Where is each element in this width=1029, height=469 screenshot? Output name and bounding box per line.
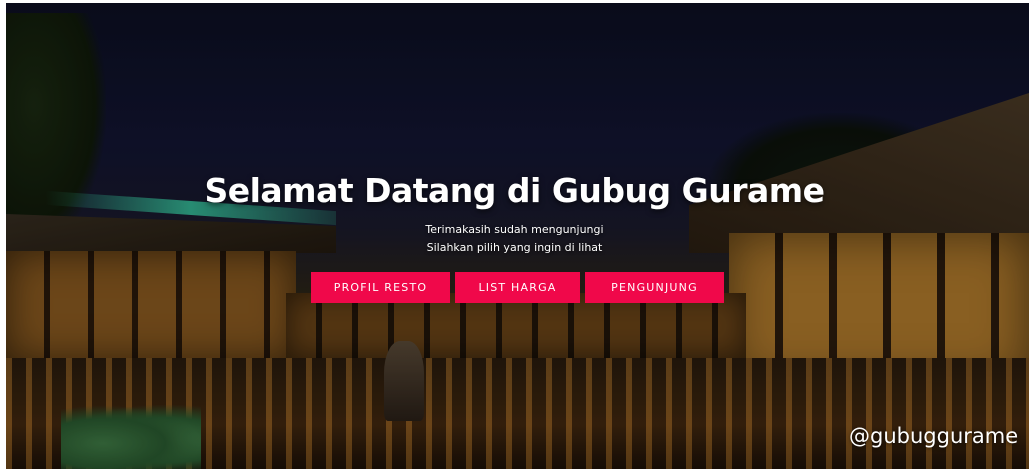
- hero-subtitle-line1: Terimakasih sudah mengunjungi: [425, 223, 604, 236]
- hero-title: Selamat Datang di Gubug Gurame: [204, 171, 825, 210]
- hero-subtitle-line2: Silahkan pilih yang ingin di lihat: [426, 241, 603, 254]
- instagram-watermark: @gubuggurame: [849, 424, 1019, 448]
- profil-resto-button[interactable]: PROFIL RESTO: [311, 272, 450, 303]
- hero-background: [6, 3, 1029, 469]
- pengunjung-button[interactable]: PENGUNJUNG: [585, 272, 724, 303]
- hero-overlay: [6, 3, 1029, 469]
- list-harga-button[interactable]: LIST HARGA: [455, 272, 580, 303]
